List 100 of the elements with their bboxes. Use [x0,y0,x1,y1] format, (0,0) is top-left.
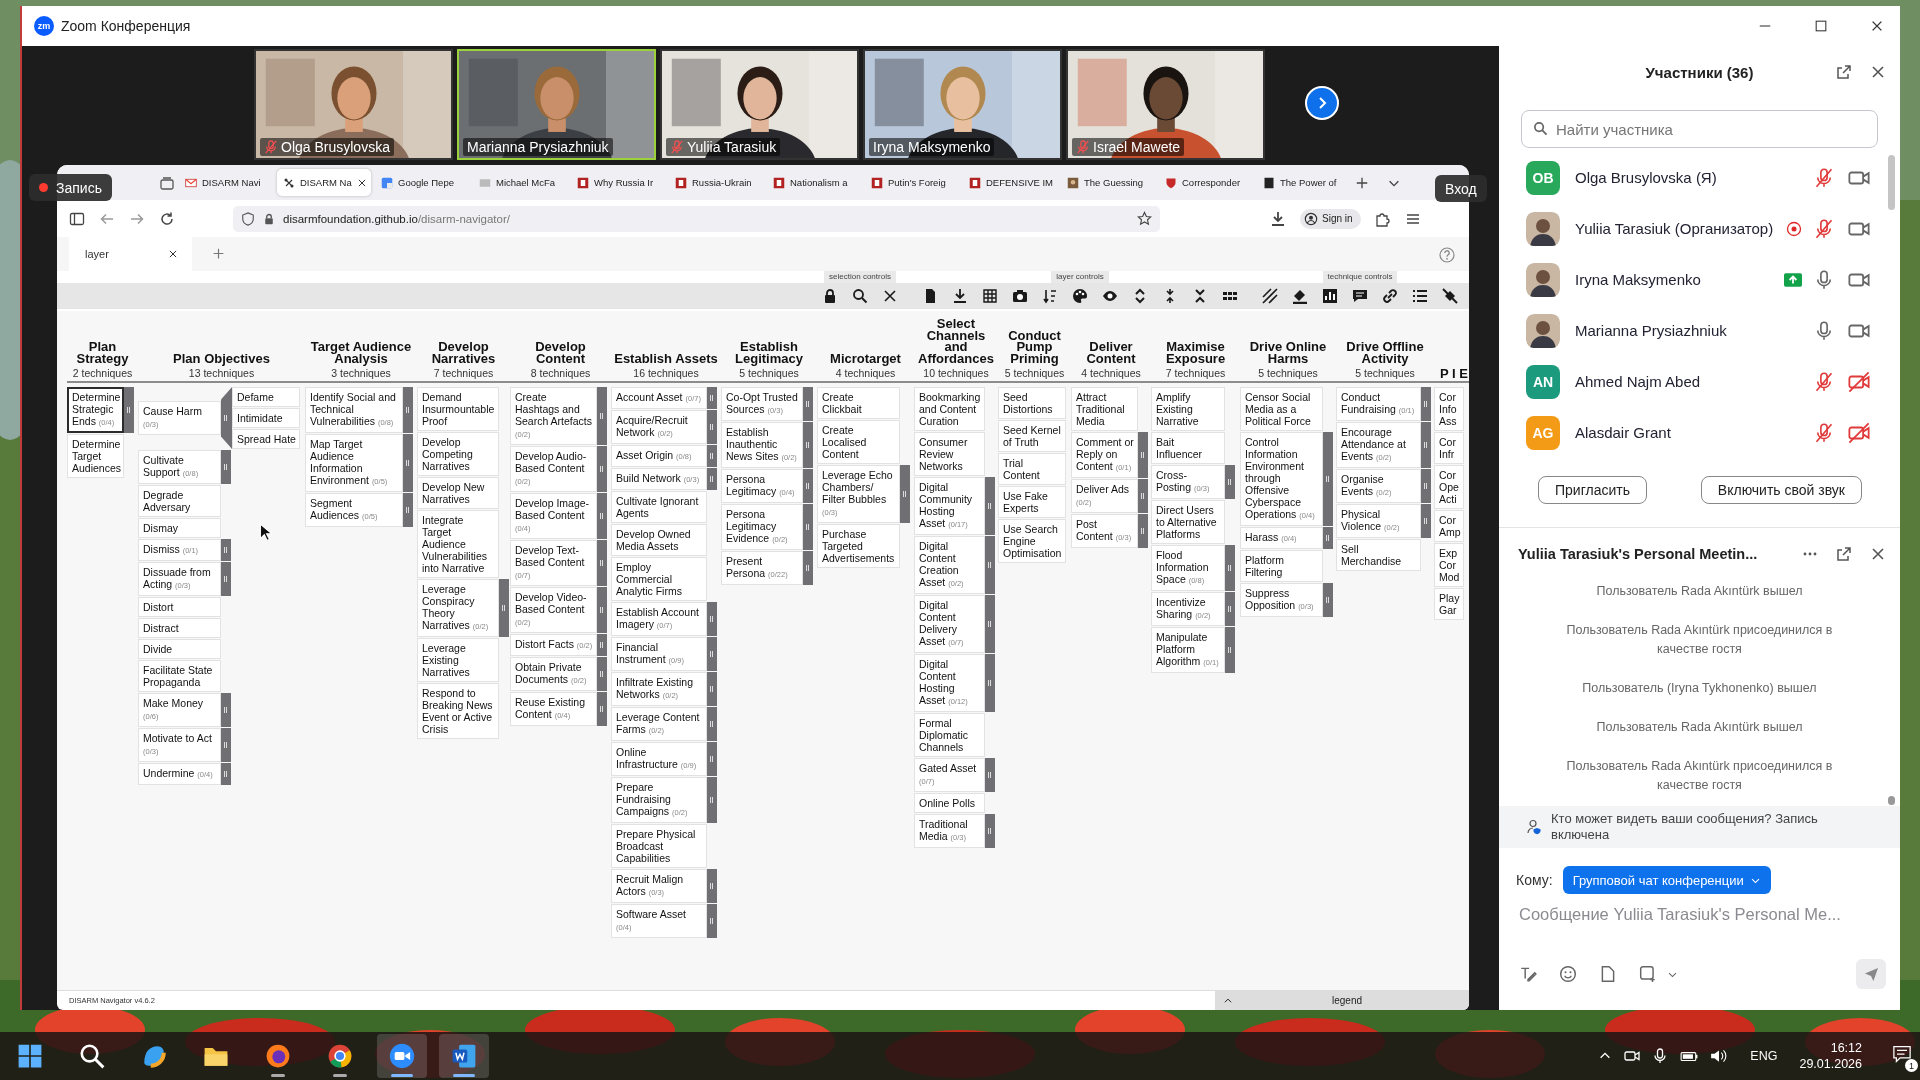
expand-handle[interactable] [707,707,717,741]
tab-list-icon[interactable] [159,174,175,191]
technique-cell[interactable]: Censor Social Media as a Political Force [1240,387,1323,431]
message-field[interactable]: Сообщение Yuliia Tarasiuk's Personal Me... [1517,904,1896,925]
technique-cell[interactable]: Develop Competing Narratives [417,432,499,476]
expand-handle[interactable] [707,742,717,776]
expand-handle[interactable] [707,468,717,490]
expand-handle[interactable] [221,728,231,762]
technique-cell[interactable]: Play Gar [1434,588,1464,620]
expand-handle[interactable] [1225,465,1235,499]
expand-handle[interactable] [1421,387,1431,421]
enter-button[interactable]: Вход [1435,175,1487,202]
sign-in-button[interactable]: Sign in [1300,208,1361,229]
recording-indicator[interactable]: Запись [29,174,112,201]
fill-icon[interactable] [1292,288,1308,304]
help-icon[interactable] [1439,247,1455,263]
mic-off-icon[interactable] [1814,167,1834,188]
expand-handle[interactable] [403,493,413,527]
expand-handle[interactable] [597,446,607,492]
expand-handle[interactable] [900,465,910,523]
expand-handle[interactable] [707,637,717,671]
screenshot-icon[interactable] [1639,965,1657,983]
expand-handle[interactable] [1138,432,1148,478]
technique-cell[interactable]: Bait Influencer [1151,432,1225,464]
technique-cell[interactable]: Distort [138,597,221,617]
browser-tab[interactable]: DEFENSIVE IM [963,169,1057,196]
expand-handle[interactable] [707,672,717,706]
unmute-button[interactable]: Включить свой звук [1700,476,1862,504]
technique-cell[interactable]: Online Polls [914,793,985,813]
browser-tab[interactable]: Putin's Foreig [865,169,959,196]
technique-cell[interactable]: Leverage Existing Narratives [417,638,499,682]
volume-icon[interactable] [1710,1047,1729,1065]
expand-handle[interactable] [1323,527,1333,549]
browser-tab[interactable]: Nationalism a [767,169,861,196]
technique-cell[interactable]: Respond to Breaking News Event or Active Crisis [417,683,499,739]
technique-cell[interactable]: Seed Kernel of Truth [998,420,1066,452]
expand-handle[interactable] [124,387,134,433]
expand-handle[interactable] [221,763,231,785]
technique-cell[interactable]: Bookmarking and Content Curation [914,387,985,431]
download-icon[interactable] [1270,210,1286,227]
expand-icon[interactable] [1132,288,1148,304]
expand-handle[interactable] [221,450,231,484]
mic-off-icon[interactable] [1814,422,1834,443]
browser-tab[interactable]: Russia-Ukrain [669,169,763,196]
technique-cell[interactable]: Create Clickbait [817,387,900,419]
close-icon[interactable] [168,249,178,259]
technique-cell[interactable]: Formal Diplomatic Channels [914,713,985,757]
lock-icon[interactable] [822,288,838,304]
technique-cell[interactable]: Trial Content [998,453,1066,485]
expand-handle[interactable] [1323,432,1333,526]
format-icon[interactable] [1519,965,1537,983]
expand-handle[interactable] [985,814,995,848]
close-icon[interactable] [1870,64,1886,80]
recipient-dropdown[interactable]: Групповой чат конференции [1562,866,1771,894]
browser-tab[interactable]: Google Пере [375,169,469,196]
legend-button[interactable]: legend [1215,991,1469,1010]
expand-handle[interactable] [1138,479,1148,513]
extensions-icon[interactable] [1374,210,1391,227]
expand-handle[interactable] [597,587,607,633]
technique-cell[interactable]: Create Localised Content [817,420,900,464]
expand-handle[interactable] [597,657,607,691]
expand-handle[interactable] [221,562,231,596]
expand-handle[interactable] [597,493,607,539]
technique-cell[interactable]: Sell Merchandise [1336,539,1421,571]
camera-icon[interactable] [1012,288,1028,304]
expand-handle[interactable] [1323,583,1333,617]
expand-handle[interactable] [597,387,607,445]
technique-cell[interactable]: Cor Amp [1434,510,1464,542]
expand-handle[interactable] [985,477,995,535]
technique-cell[interactable]: Cor Infr [1434,432,1464,464]
expand-handle[interactable] [1225,545,1235,591]
expand-handle[interactable] [707,445,717,467]
sidebar-icon[interactable] [69,210,85,227]
reload-icon[interactable] [159,210,175,227]
subtechnique-cell[interactable]: Spread Hate [232,429,300,449]
technique-cell[interactable]: Attract Traditional Media [1071,387,1138,431]
mic-off-icon[interactable] [1814,371,1834,392]
expand-handle[interactable] [403,387,413,433]
technique-cell[interactable]: Integrate Target Audience Vulnerabilities into Narrative [417,510,499,578]
close-icon[interactable] [1870,19,1884,33]
notifications-icon[interactable] [1892,1044,1912,1064]
camera-icon[interactable] [1624,1048,1641,1064]
send-button[interactable] [1856,959,1886,989]
expand-handle[interactable] [1421,469,1431,503]
technique-cell[interactable]: Prepare Physical Broadcast Capabilities [611,824,707,868]
subtechnique-cell[interactable]: Intimidate [232,408,300,428]
star-icon[interactable] [1137,211,1152,226]
expand-handle[interactable] [221,387,232,449]
browser-tab[interactable]: Michael McFa [473,169,567,196]
expand-handle[interactable] [221,539,231,561]
technique-cell[interactable]: Seed Distortions [998,387,1066,419]
expand-handle[interactable] [597,692,607,726]
expand-handle[interactable] [803,422,813,468]
video-off-icon[interactable] [1848,421,1870,444]
technique-cell[interactable]: Amplify Existing Narrative [1151,387,1225,431]
search-field[interactable]: Найти участника [1521,110,1878,148]
new-tab-icon[interactable] [1355,175,1369,190]
expand-handle[interactable] [707,904,717,938]
expand-handle[interactable] [499,579,509,637]
next-page-button[interactable] [1305,86,1339,120]
